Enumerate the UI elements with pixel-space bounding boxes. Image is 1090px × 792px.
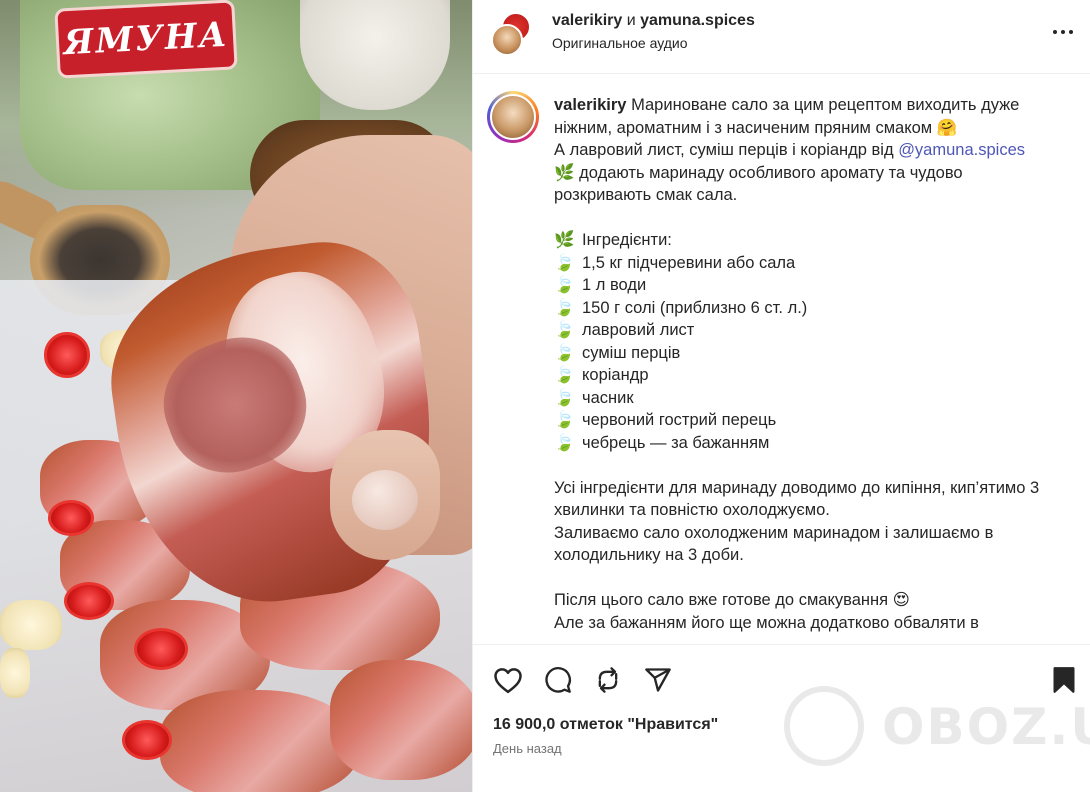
- chili-slice: [48, 500, 94, 536]
- leaf-icon: 🍃: [554, 366, 575, 384]
- post-time[interactable]: День назад: [493, 741, 562, 756]
- author-photo: [490, 94, 536, 140]
- ingredient-item: червоний гострий перець: [582, 411, 777, 429]
- caption-text: valerikiry Мариноване сало за цим рецепт…: [554, 94, 1064, 634]
- chili-slice: [44, 332, 90, 378]
- garlic-clove: [0, 648, 30, 698]
- ingredient-item: часник: [582, 388, 634, 407]
- leaf-icon: 🍃: [554, 321, 575, 339]
- watermark-text: OBOZ.UA: [882, 698, 1090, 756]
- herb-icon: 🌿: [554, 163, 575, 182]
- leaf-icon: 🍃: [554, 276, 575, 294]
- ingredients-title: Інгредієнти:: [582, 231, 672, 249]
- caption-step1: Усі інгредієнти для маринаду доводимо до…: [554, 478, 1040, 520]
- like-button[interactable]: [491, 663, 525, 697]
- ingredient-item: 150 г солі (приблизно 6 ст. л.): [582, 298, 808, 317]
- ingredient-item: 1,5 кг підчеревини або сала: [582, 253, 796, 272]
- comment-icon: [545, 667, 571, 693]
- comment-button[interactable]: [541, 663, 575, 697]
- leaf-icon: 🍃: [554, 388, 575, 407]
- chili-slice: [122, 720, 172, 760]
- caption-line3: додають маринаду особливого аромату та ч…: [554, 163, 963, 205]
- globe-icon: [784, 686, 864, 766]
- post-header: valerikiry и yamuna.spices Оригинальное …: [473, 0, 1090, 74]
- header-names: valerikiry и yamuna.spices: [552, 11, 755, 31]
- caption-scroll-area[interactable]: valerikiry Мариноване сало за цим рецепт…: [473, 74, 1090, 644]
- send-icon: [645, 668, 671, 692]
- leaf-icon: 🍃: [554, 298, 575, 317]
- repost-icon: [598, 667, 618, 693]
- herb-icon: 🌿: [554, 231, 575, 249]
- author-username-link[interactable]: valerikiry: [552, 12, 622, 29]
- caption-avatar[interactable]: [487, 91, 539, 143]
- leaf-icon: 🍃: [554, 433, 575, 452]
- leaf-icon: 🍃: [554, 343, 575, 362]
- likes-count[interactable]: 16 900,0 отметок "Нравится": [493, 716, 718, 734]
- audio-link[interactable]: Оригинальное аудио: [552, 35, 688, 51]
- share-button[interactable]: [641, 663, 675, 697]
- caption-step2: Заливаємо сало охолодженим маринадом і з…: [554, 523, 994, 565]
- thumb-nail: [352, 470, 418, 530]
- caption-line2: А лавровий лист, суміш перців і коріандр…: [554, 141, 899, 159]
- watermark: OBOZ.UA: [784, 686, 1090, 766]
- collab-avatars[interactable]: [491, 12, 535, 56]
- post-panel: valerikiry и yamuna.spices Оригинальное …: [472, 0, 1090, 792]
- post-media[interactable]: ЯМУНА: [0, 0, 472, 792]
- caption-step4: Але за бажанням його ще можна додатково …: [554, 613, 979, 632]
- garlic-clove: [0, 600, 62, 650]
- repost-button[interactable]: [591, 663, 625, 697]
- caption-username-link[interactable]: valerikiry: [554, 96, 626, 114]
- heart-icon: [494, 668, 522, 694]
- mention-link[interactable]: @yamuna.spices: [898, 141, 1025, 159]
- ingredient-item: 1 л води: [582, 276, 647, 294]
- chili-slice: [134, 628, 188, 670]
- more-dots-icon: [1053, 30, 1057, 34]
- author-avatar[interactable]: [491, 24, 523, 56]
- bacon-slice: [330, 660, 472, 780]
- ingredient-item: коріандр: [582, 366, 649, 384]
- ingredient-item: чебрець — за бажанням: [582, 433, 770, 452]
- names-separator: и: [626, 12, 636, 29]
- more-options-button[interactable]: [1049, 18, 1077, 46]
- collaborator-username-link[interactable]: yamuna.spices: [640, 12, 755, 29]
- ingredient-item: суміш перців: [582, 343, 681, 362]
- chili-slice: [64, 582, 114, 620]
- caption-step3: Після цього сало вже готове до смакуванн…: [554, 591, 910, 609]
- brand-logo: ЯМУНА: [54, 0, 238, 79]
- leaf-icon: 🍃: [554, 253, 575, 272]
- ingredient-item: лавровий лист: [582, 321, 695, 339]
- leaf-icon: 🍃: [554, 411, 575, 429]
